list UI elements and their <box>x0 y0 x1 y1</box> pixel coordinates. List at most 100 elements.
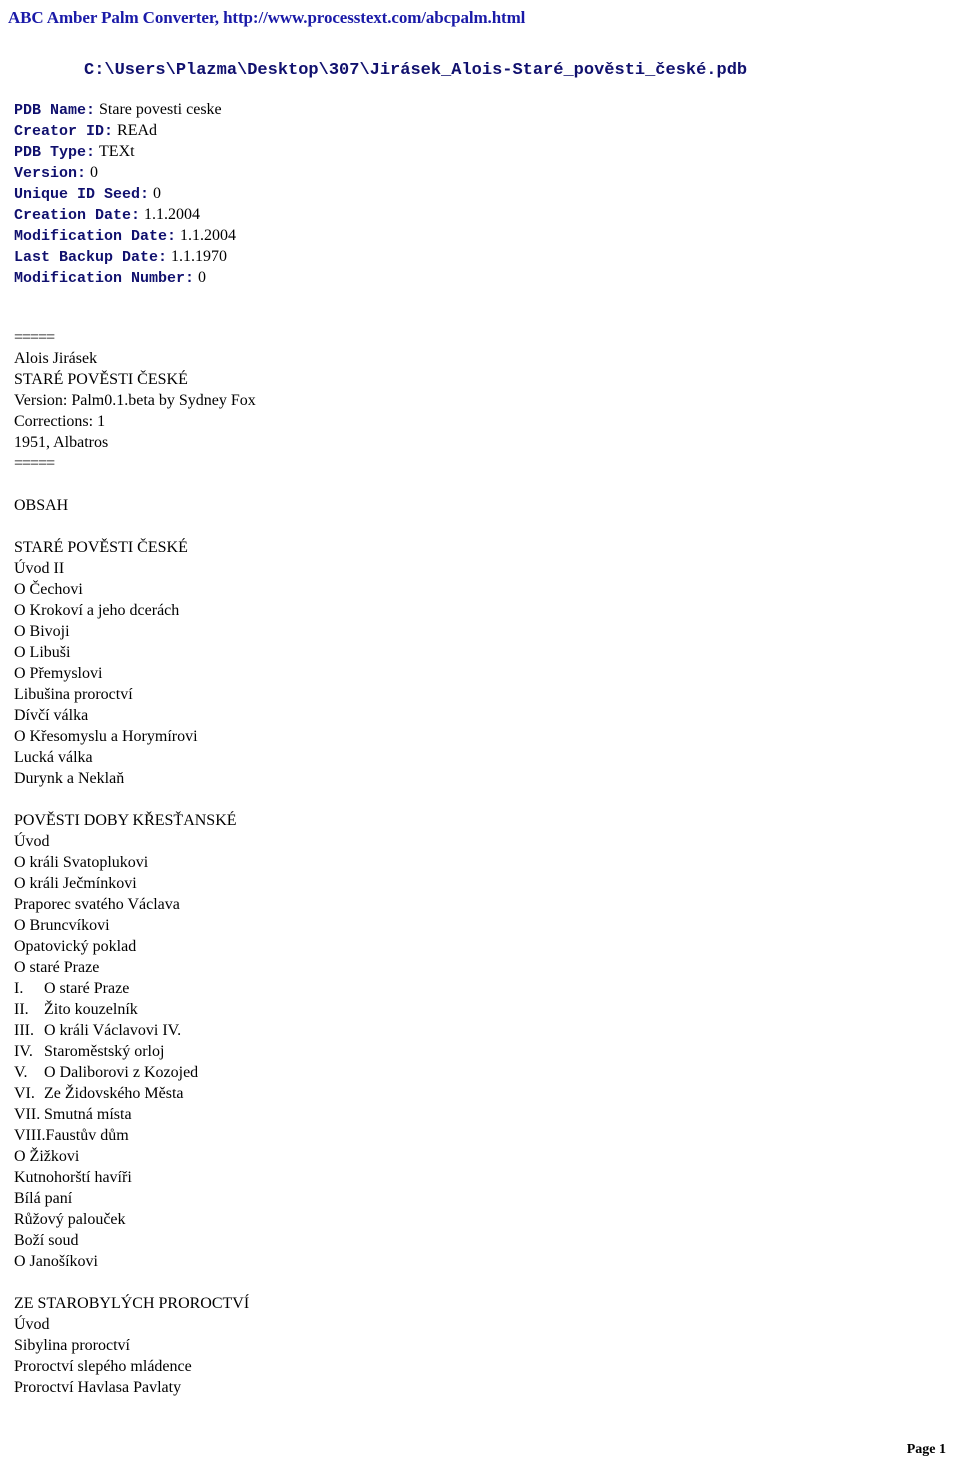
toc-item[interactable]: O Bivoji <box>14 621 714 642</box>
metadata-row: Modification Date: 1.1.2004 <box>14 225 614 246</box>
toc-item-label: Kutnohorští havíři <box>14 1169 132 1186</box>
metadata-label: Unique ID Seed: <box>14 186 150 203</box>
toc-item[interactable]: II. Žito kouzelník <box>14 999 714 1020</box>
toc-item[interactable]: III. O králi Václavovi IV. <box>14 1020 714 1041</box>
toc-section-title: ZE STAROBYLÝCH PROROCTVÍ <box>14 1295 250 1312</box>
converter-banner-link[interactable]: ABC Amber Palm Converter, http://www.pro… <box>8 8 525 28</box>
toc-item-label: Proroctví slepého mládence <box>14 1358 192 1375</box>
toc-item[interactable]: O Čechovi <box>14 579 714 600</box>
book-version: Version: Palm0.1.beta by Sydney Fox <box>14 392 256 409</box>
toc-item-label: O Čechovi <box>14 581 83 598</box>
toc-item[interactable]: Opatovický poklad <box>14 936 714 957</box>
toc-item[interactable]: O Janošíkovi <box>14 1251 714 1272</box>
metadata-value: 1.1.1970 <box>171 248 228 265</box>
toc-item-label: Úvod <box>14 1316 50 1333</box>
toc-item-label: Proroctví Havlasa Pavlaty <box>14 1379 182 1396</box>
metadata-row: Version: 0 <box>14 162 614 183</box>
toc-item[interactable]: Úvod <box>14 1314 714 1335</box>
toc-item[interactable]: O králi Ječmínkovi <box>14 873 714 894</box>
toc-item-label: O Žižkovi <box>14 1148 80 1165</box>
toc-item[interactable]: Proroctví slepého mládence <box>14 1356 714 1377</box>
toc-item-label: O staré Praze <box>14 959 100 976</box>
metadata-value: 0 <box>90 164 99 181</box>
metadata-label: Version: <box>14 165 87 182</box>
toc-item[interactable]: VI. Ze Židovského Města <box>14 1083 714 1104</box>
toc-item-label: O Křesomyslu a Horymírovi <box>14 728 198 745</box>
document-body: ===== Alois Jirásek STARÉ POVĚSTI ČESKÉ Ver… <box>14 327 714 1398</box>
source-file-path: C:\Users\Plazma\Desktop\307\Jirásek_Aloi… <box>84 61 748 80</box>
metadata-label: PDB Name: <box>14 102 96 119</box>
toc-item-number: VI. <box>14 1085 35 1102</box>
toc-item-label: Opatovický poklad <box>14 938 137 955</box>
toc-item[interactable]: Dívčí válka <box>14 705 714 726</box>
toc-item[interactable]: Lucká válka <box>14 747 714 768</box>
metadata-row: Creation Date: 1.1.2004 <box>14 204 614 225</box>
separator-rule-bottom: ===== <box>14 455 55 472</box>
toc-item-label: Růžový palouček <box>14 1211 126 1228</box>
toc-item[interactable]: Kutnohorští havíři <box>14 1167 714 1188</box>
metadata-row: PDB Name: Stare povesti ceske <box>14 99 614 120</box>
metadata-value: 1.1.2004 <box>180 227 237 244</box>
toc-item-label: Ze Židovského Města <box>44 1085 184 1102</box>
metadata-value: 0 <box>153 185 162 202</box>
toc-item-label: Libušina proroctví <box>14 686 133 703</box>
toc-item-number: III. <box>14 1022 34 1039</box>
toc-item[interactable]: I. O staré Praze <box>14 978 714 999</box>
toc-item-label: Lucká válka <box>14 749 93 766</box>
metadata-value: TEXt <box>99 143 135 160</box>
toc-item[interactable]: O Krokoví a jeho dcerách <box>14 600 714 621</box>
toc-item[interactable]: Proroctví Havlasa Pavlaty <box>14 1377 714 1398</box>
contents-heading: OBSAH <box>14 497 69 514</box>
page-number-footer: Page 1 <box>906 1442 946 1457</box>
pdb-metadata-block: PDB Name: Stare povesti ceske Creator ID: R… <box>14 99 614 288</box>
toc-item[interactable]: O Přemyslovi <box>14 663 714 684</box>
toc-item[interactable]: O králi Svatoplukovi <box>14 852 714 873</box>
metadata-row: Modification Number: 0 <box>14 267 614 288</box>
toc-item[interactable]: Růžový palouček <box>14 1209 714 1230</box>
metadata-value: REAd <box>117 122 158 139</box>
toc-item-label: O Libuši <box>14 644 71 661</box>
metadata-value: Stare povesti ceske <box>99 101 222 118</box>
toc-item-label: O Bivoji <box>14 623 70 640</box>
toc-item-number: V. <box>14 1064 28 1081</box>
toc-item[interactable]: Libušina proroctví <box>14 684 714 705</box>
toc-item-label: Praporec svatého Václava <box>14 896 180 913</box>
toc-item[interactable]: V. O Daliborovi z Kozojed <box>14 1062 714 1083</box>
metadata-label: Last Backup Date: <box>14 249 168 266</box>
toc-item[interactable]: VII. Smutná místa <box>14 1104 714 1125</box>
toc-item[interactable]: Úvod <box>14 831 714 852</box>
book-title: STARÉ POVĚSTI ČESKÉ <box>14 371 188 388</box>
book-author: Alois Jirásek <box>14 350 98 367</box>
toc-item[interactable]: IV. Staroměstský orloj <box>14 1041 714 1062</box>
toc-item[interactable]: Durynk a Neklaň <box>14 768 714 789</box>
toc-item-number: I. <box>14 980 24 997</box>
toc-item-label: Durynk a Neklaň <box>14 770 125 787</box>
toc-item[interactable]: Úvod II <box>14 558 714 579</box>
toc-item-label: Faustův dům <box>45 1127 129 1144</box>
toc-item[interactable]: O staré Praze <box>14 957 714 978</box>
toc-item-label: O staré Praze <box>44 980 130 997</box>
toc-item-number: IV. <box>14 1043 33 1060</box>
metadata-row: Unique ID Seed: 0 <box>14 183 614 204</box>
toc-item[interactable]: Bílá paní <box>14 1188 714 1209</box>
metadata-row: PDB Type: TEXt <box>14 141 614 162</box>
toc-item-label: Boží soud <box>14 1232 79 1249</box>
toc-item-label: O Krokoví a jeho dcerách <box>14 602 180 619</box>
toc-item[interactable]: O Žižkovi <box>14 1146 714 1167</box>
toc-item[interactable]: Praporec svatého Václava <box>14 894 714 915</box>
metadata-label: PDB Type: <box>14 144 96 161</box>
toc-item-label: Staroměstský orloj <box>44 1043 165 1060</box>
toc-item[interactable]: O Bruncvíkovi <box>14 915 714 936</box>
toc-item[interactable]: O Libuši <box>14 642 714 663</box>
toc-item[interactable]: Boží soud <box>14 1230 714 1251</box>
document-page: ABC Amber Palm Converter, http://www.pro… <box>0 0 960 1475</box>
toc-item[interactable]: Sibylina proroctví <box>14 1335 714 1356</box>
toc-item[interactable]: VIII.Faustův dům <box>14 1125 714 1146</box>
metadata-label: Modification Date: <box>14 228 177 245</box>
toc-item-label: Žito kouzelník <box>44 1001 138 1018</box>
metadata-value: 1.1.2004 <box>144 206 201 223</box>
toc-item[interactable]: O Křesomyslu a Horymírovi <box>14 726 714 747</box>
